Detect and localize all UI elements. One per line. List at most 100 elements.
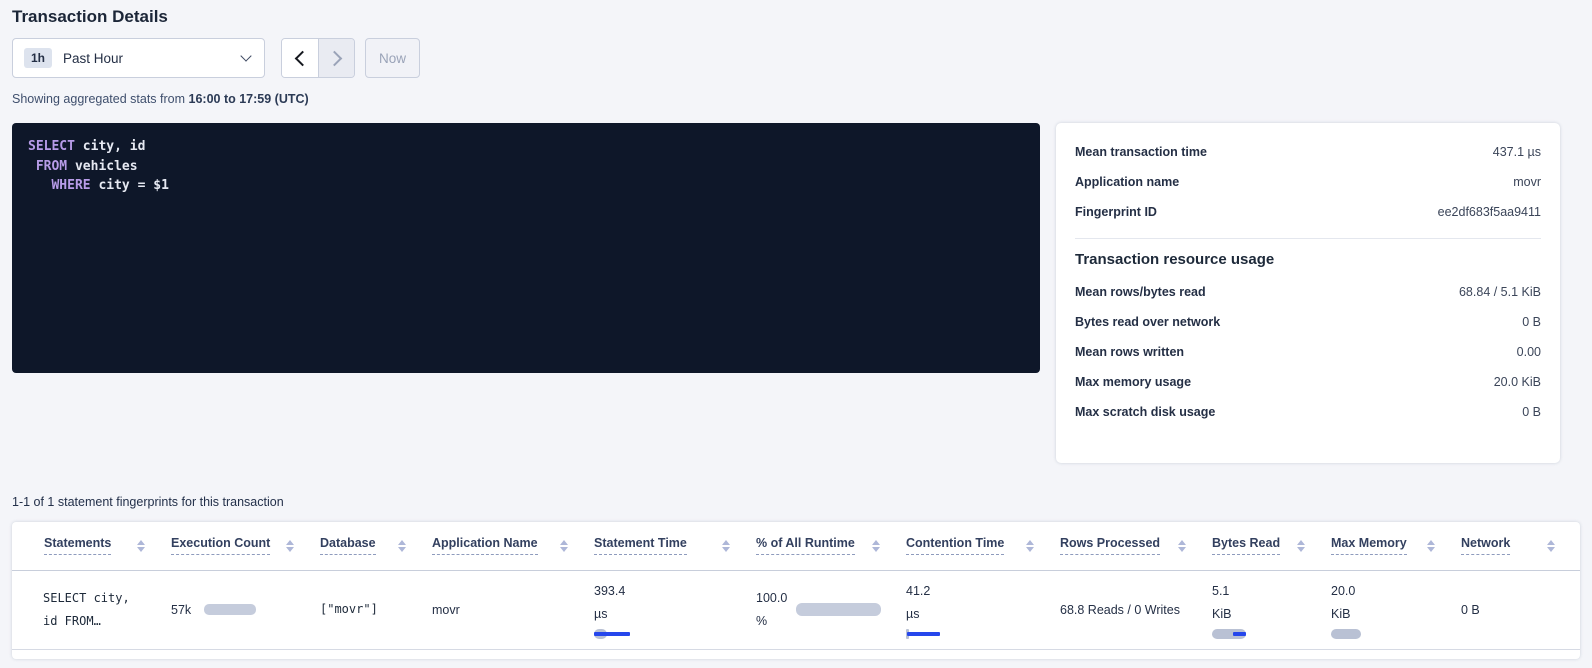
summary-row: Application name movr [1056, 167, 1560, 197]
column-header-statements[interactable]: Statements [12, 522, 170, 570]
sort-icon [1026, 540, 1034, 552]
column-header-contention-time[interactable]: Contention Time [905, 522, 1059, 570]
summary-value: 0 B [1522, 405, 1541, 419]
sort-icon [1427, 540, 1435, 552]
column-label: Application Name [432, 536, 538, 555]
column-label: Database [320, 536, 376, 555]
summary-label: Max memory usage [1075, 375, 1191, 389]
summary-row: Mean rows/bytes read68.84 / 5.1 KiB [1056, 277, 1560, 307]
time-controls: 1h Past Hour Now [12, 38, 1580, 78]
summary-value: 0.00 [1517, 345, 1541, 359]
statement-time-cell: 393.4 µs [594, 580, 754, 639]
summary-label: Mean rows written [1075, 345, 1184, 359]
column-header-statement-time[interactable]: Statement Time [593, 522, 755, 570]
statements-table: Statements Execution Count Database Applica… [12, 522, 1580, 650]
page-title: Transaction Details [12, 7, 1580, 27]
chevron-left-icon [294, 50, 310, 66]
summary-value: 0 B [1522, 315, 1541, 329]
summary-row: Max scratch disk usage 0 B [1056, 397, 1560, 427]
table-header-row: Statements Execution Count Database Applica… [12, 522, 1580, 570]
summary-value: ee2df683f5aa9411 [1438, 205, 1541, 219]
sort-icon [137, 540, 145, 552]
sort-icon [1178, 540, 1186, 552]
network-cell: 0 B [1461, 603, 1480, 617]
max-memory-bar [1331, 629, 1361, 639]
column-label: Contention Time [906, 536, 1004, 555]
column-header-of-all-runtime[interactable]: % of All Runtime [755, 522, 905, 570]
transaction-summary-card: Mean transaction time 437.1 µs Application… [1056, 123, 1560, 463]
contention-time-bar [906, 629, 942, 639]
execution-count-cell: 57k [171, 603, 318, 617]
application-name-cell: movr [432, 603, 460, 617]
column-label: Statement Time [594, 536, 687, 555]
column-header-max-memory[interactable]: Max Memory [1330, 522, 1460, 570]
summary-row: Mean rows written 0.00 [1056, 337, 1560, 367]
summary-label: Application name [1075, 175, 1179, 189]
summary-label: Bytes read over network [1075, 315, 1220, 329]
resource-usage-rows: Mean rows/bytes read68.84 / 5.1 KiBBytes… [1056, 277, 1560, 427]
database-cell: ["movr"] [320, 602, 378, 616]
summary-row: Bytes read over network 0 B [1056, 307, 1560, 337]
column-label: Max Memory [1331, 536, 1407, 555]
sort-icon [286, 540, 294, 552]
summary-value: movr [1513, 175, 1541, 189]
statement-fingerprint-link[interactable]: SELECT city, id FROM… [43, 587, 169, 633]
column-header-bytes-read[interactable]: Bytes Read [1211, 522, 1330, 570]
column-label: % of All Runtime [756, 536, 855, 555]
aggregated-stats-text: Showing aggregated stats from 16:00 to 1… [12, 92, 1580, 106]
runtime-percent-cell: 100.0 % [756, 587, 904, 633]
statements-table-card: Statements Execution Count Database Applica… [12, 522, 1580, 659]
column-header-database[interactable]: Database [319, 522, 431, 570]
runtime-percent-bar [796, 603, 881, 616]
time-interval-badge: 1h [24, 48, 52, 68]
resource-usage-title: Transaction resource usage [1056, 245, 1560, 277]
column-header-network[interactable]: Network [1460, 522, 1580, 570]
sql-statement-box: SELECT city, id FROM vehicles WHERE city… [12, 123, 1040, 373]
summary-label: Mean transaction time [1075, 145, 1207, 159]
sort-icon [872, 540, 880, 552]
next-interval-button[interactable] [318, 39, 354, 77]
execution-count-bar [204, 604, 256, 615]
previous-interval-button[interactable] [282, 39, 318, 77]
column-header-execution-count[interactable]: Execution Count [170, 522, 319, 570]
chevron-right-icon [327, 50, 343, 66]
contention-time-cell: 41.2 µs [906, 580, 1058, 639]
time-interval-dropdown[interactable]: 1h Past Hour [12, 38, 265, 78]
sort-icon [560, 540, 568, 552]
statements-count-text: 1-1 of 1 statement fingerprints for this… [12, 495, 1580, 509]
summary-rows: Mean transaction time 437.1 µs Application… [1056, 137, 1560, 227]
column-label: Network [1461, 536, 1510, 555]
summary-value: 437.1 µs [1493, 145, 1541, 159]
summary-label: Mean rows/bytes read [1075, 285, 1206, 299]
time-interval-label: Past Hour [63, 51, 123, 66]
max-memory-cell: 20.0 KiB [1331, 580, 1459, 639]
sql-statement-text: SELECT city, id FROM vehicles WHERE city… [28, 137, 1040, 196]
column-label: Execution Count [171, 536, 270, 555]
time-range: 16:00 to 17:59 (UTC) [189, 92, 309, 106]
summary-row: Fingerprint ID ee2df683f5aa9411 [1056, 197, 1560, 227]
sort-icon [722, 540, 730, 552]
summary-row: Max memory usage 20.0 KiB [1056, 367, 1560, 397]
bytes-read-bar [1212, 629, 1248, 639]
column-label: Bytes Read [1212, 536, 1280, 555]
column-label: Statements [44, 536, 111, 555]
chevron-down-icon [240, 50, 251, 61]
statement-time-bar [594, 629, 634, 639]
aggregated-stats-prefix: Showing aggregated stats from [12, 92, 189, 106]
column-header-rows-processed[interactable]: Rows Processed [1059, 522, 1211, 570]
transaction-details-page: Transaction Details 1h Past Hour Now Sho… [0, 0, 1592, 659]
main-content-row: SELECT city, id FROM vehicles WHERE city… [12, 123, 1580, 463]
column-label: Rows Processed [1060, 536, 1160, 555]
rows-processed-cell: 68.8 Reads / 0 Writes [1060, 603, 1180, 617]
table-row: SELECT city, id FROM… 57k ["movr"] movr [12, 570, 1580, 649]
summary-label: Max scratch disk usage [1075, 405, 1215, 419]
now-button[interactable]: Now [365, 38, 420, 78]
summary-row: Mean transaction time 437.1 µs [1056, 137, 1560, 167]
column-header-application-name[interactable]: Application Name [431, 522, 593, 570]
time-step-buttons [281, 38, 355, 78]
summary-value: 20.0 KiB [1494, 375, 1541, 389]
summary-label: Fingerprint ID [1075, 205, 1157, 219]
sort-icon [1297, 540, 1305, 552]
sort-icon [398, 540, 406, 552]
bytes-read-cell: 5.1 KiB [1212, 580, 1329, 639]
